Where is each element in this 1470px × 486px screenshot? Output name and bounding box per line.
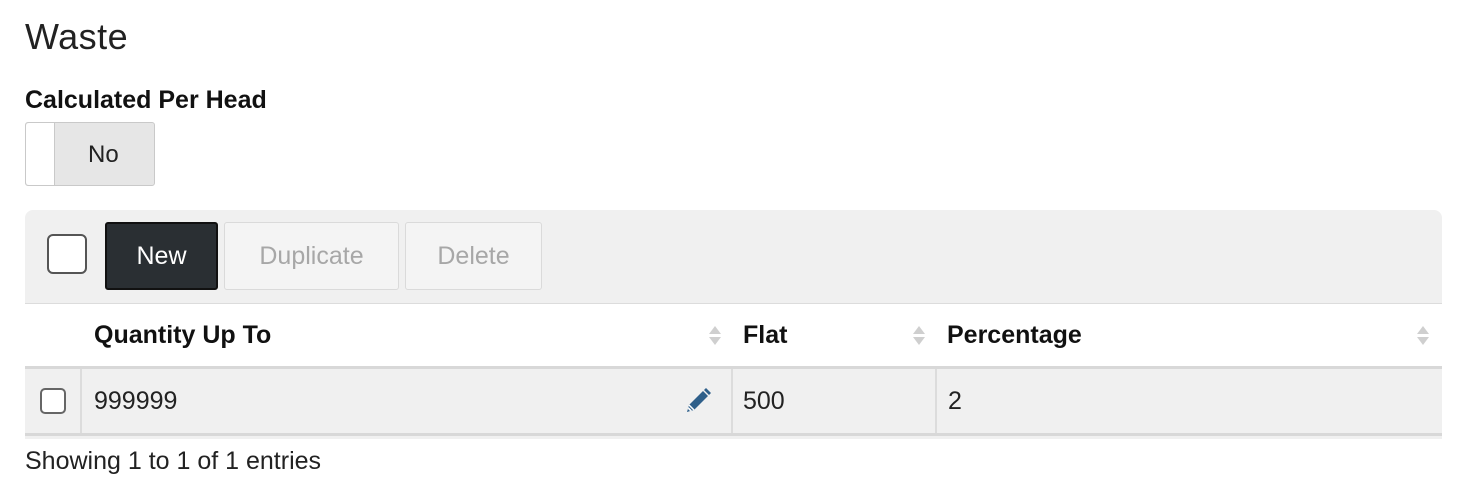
table-header: Quantity Up To Flat Percentage [25,303,1442,369]
toggle-state-text: No [88,141,119,168]
quantity-up-to-value: 999999 [94,386,178,415]
toggle-knob [26,123,55,185]
cell-percentage: 2 [948,386,962,415]
per-head-toggle[interactable]: No [25,122,155,186]
waste-grid: New Duplicate Delete Quantity Up To Flat… [25,210,1442,439]
per-head-label: Calculated Per Head [25,86,267,114]
new-button[interactable]: New [105,222,218,290]
column-header-quantity-up-to[interactable]: Quantity Up To [94,304,734,367]
pencil-icon[interactable] [683,386,713,416]
column-header-flat[interactable]: Flat [743,304,931,367]
row-checkbox[interactable] [39,388,66,414]
cell-quantity-up-to: 999999 [82,369,733,433]
sort-icon[interactable] [709,326,721,346]
section-title: Waste [25,16,129,57]
table-row[interactable]: 999999 500 2 [25,369,1442,436]
column-header-percentage[interactable]: Percentage [947,304,1439,367]
waste-table: Quantity Up To Flat Percentage 999999 50… [25,303,1442,436]
select-all-checkbox[interactable] [47,234,87,274]
grid-toolbar: New Duplicate Delete [25,210,1442,304]
duplicate-button[interactable]: Duplicate [224,222,399,290]
sort-icon[interactable] [1417,326,1429,346]
sort-icon[interactable] [913,326,925,346]
delete-button[interactable]: Delete [405,222,542,290]
table-info: Showing 1 to 1 of 1 entries [25,447,322,475]
cell-flat: 500 [733,369,937,433]
row-select-cell [25,369,82,433]
